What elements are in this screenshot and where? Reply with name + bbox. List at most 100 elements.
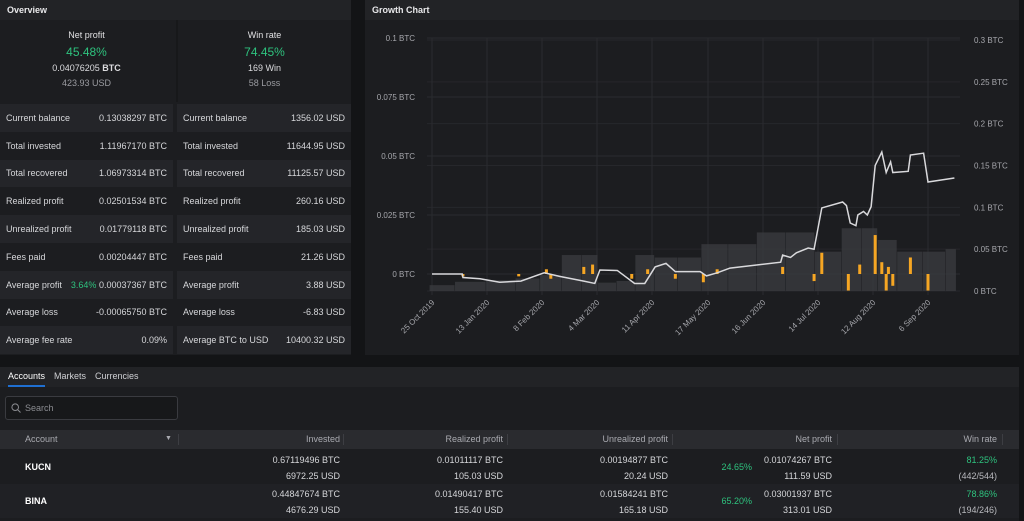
stat-row: Total recovered 1.06973314 BTC — [0, 159, 173, 188]
stat-row: Total invested 1.11967170 BTC — [0, 131, 173, 160]
volume-bar — [561, 255, 582, 291]
stat-row: Fees paid 0.00204447 BTC — [0, 242, 173, 271]
stat-value: 0.00204447 BTC — [98, 251, 167, 262]
right-axis-tick-label: 0.25 BTC — [974, 78, 1008, 87]
sort-dropdown-icon[interactable]: ▼ — [165, 435, 172, 442]
stat-value-wrap: 0.00204447 BTC — [99, 252, 167, 262]
stat-label: Total invested — [6, 140, 62, 151]
stat-row: Unrealized profit 0.01779118 BTC — [0, 215, 173, 243]
stat-value-wrap: 3.88 USD — [306, 280, 345, 290]
stat-label: Total recovered — [6, 168, 68, 179]
profit-bar — [858, 264, 862, 274]
net-profit-pct: 45.48% — [66, 45, 107, 59]
win-rate-summary: Win rate 74.45% 169 Win 58 Loss — [176, 20, 351, 102]
stat-row: Unrealized profit 185.03 USD — [177, 215, 351, 243]
net-profit-summary: Net profit 45.48% 0.04076205 BTC 423.93 … — [0, 20, 173, 102]
stat-row: Current balance 0.13038297 BTC — [0, 104, 173, 132]
volume-bar — [429, 285, 455, 291]
column-divider[interactable] — [1002, 434, 1003, 445]
table-row[interactable]: BINA 0.44847674 BTC 4676.29 USD 0.01490417 … — [0, 484, 1019, 518]
volume-bar — [814, 251, 842, 291]
col-header[interactable]: Realized profit — [445, 434, 503, 444]
left-axis-tick-label: 0.075 BTC — [377, 93, 415, 102]
profit-bar — [781, 266, 785, 274]
volume-bar — [515, 278, 540, 291]
search-input[interactable]: Search — [5, 396, 178, 420]
tab-currencies[interactable]: Currencies — [95, 371, 139, 387]
left-axis-tick-label: 0 BTC — [392, 270, 415, 279]
growth-chart-title: Growth Chart — [365, 0, 1019, 20]
x-axis-tick-label: 16 Jun 2020 — [730, 298, 768, 336]
stat-value-wrap: 1356.02 USD — [291, 113, 345, 123]
search-icon — [11, 403, 21, 413]
win-rate-label: Win rate — [247, 30, 282, 40]
stat-value-wrap: 185.03 USD — [296, 224, 345, 234]
stat-value: 0.02501534 BTC — [98, 196, 167, 207]
invested-usd: 6972.25 USD — [285, 471, 340, 481]
column-divider[interactable] — [837, 434, 838, 445]
stat-value-wrap: 11644.95 USD — [287, 141, 345, 151]
profit-bar — [582, 266, 586, 274]
stat-label: Unrealized profit — [6, 224, 72, 235]
x-axis-tick-label: 8 Feb 2020 — [511, 298, 546, 333]
right-axis-tick-label: 0.15 BTC — [974, 162, 1008, 171]
tab-accounts[interactable]: Accounts — [8, 371, 46, 387]
stat-label: Total invested — [183, 140, 239, 151]
stat-extra: 3.64% — [70, 279, 97, 290]
volume-bar — [945, 249, 956, 291]
table-row[interactable]: KUCN 0.67119496 BTC 6972.25 USD 0.01011117 … — [0, 450, 1019, 484]
x-axis-tick-label: 13 Jan 2020 — [454, 298, 492, 336]
profit-bar — [646, 269, 650, 274]
stat-row: Average profit 3.64% 0.00037367 BTC — [0, 270, 173, 299]
stat-value: 0.00037367 BTC — [98, 279, 167, 290]
x-axis-tick-label: 6 Sep 2020 — [897, 298, 933, 334]
volume-bar — [841, 228, 862, 291]
stat-label: Current balance — [183, 112, 248, 123]
col-header[interactable]: Unrealized profit — [602, 434, 668, 444]
profit-bar — [891, 274, 895, 286]
stat-row: Total invested 11644.95 USD — [177, 131, 351, 160]
realized-profit: 0.01011117 BTC 105.03 USD — [437, 454, 503, 483]
profit-bar — [591, 264, 595, 274]
stat-value-wrap: 1.06973314 BTC — [99, 168, 167, 178]
stat-value: 1.11967170 BTC — [99, 140, 167, 151]
col-account[interactable]: Account — [25, 434, 58, 444]
column-divider[interactable] — [672, 434, 673, 445]
volume-bar — [922, 251, 946, 291]
column-divider[interactable] — [507, 434, 508, 445]
stat-label: Average BTC to USD — [183, 335, 269, 346]
stat-value: 1.06973314 BTC — [98, 168, 167, 179]
col-header[interactable]: Invested — [306, 434, 340, 444]
profit-bar — [630, 274, 634, 279]
profit-bar — [846, 274, 850, 291]
left-axis-tick-label: 0.1 BTC — [386, 34, 416, 43]
stat-value: 21.26 USD — [300, 251, 345, 262]
account-name[interactable]: KUCN — [25, 461, 51, 474]
btc-stats: Current balance 0.13038297 BTC Total inves… — [0, 104, 173, 355]
stat-label: Realized profit — [6, 196, 64, 207]
left-axis-tick-label: 0.025 BTC — [377, 211, 415, 220]
accounts-panel: Accounts Markets Currencies Search Accou… — [0, 367, 1019, 521]
overview-panel: Overview Net profit 45.48% 0.04076205 BT… — [0, 0, 351, 355]
right-axis-tick-label: 0 BTC — [974, 287, 997, 296]
x-axis-tick-label: 14 Jul 2020 — [787, 298, 823, 334]
stat-value: 11644.95 USD — [286, 140, 345, 151]
col-header[interactable]: Win rate — [963, 434, 997, 444]
stat-value-wrap: -0.00065750 BTC — [96, 307, 167, 317]
col-header[interactable]: Net profit — [795, 434, 832, 444]
stat-label: Average profit — [6, 279, 62, 290]
net-profit-usd: 111.59 USD — [784, 471, 832, 481]
x-axis-tick-label: 4 Mar 2020 — [566, 298, 601, 333]
tab-markets[interactable]: Markets — [54, 371, 86, 387]
net-profit-btc-value: 0.04076205 — [52, 63, 100, 73]
column-divider[interactable] — [178, 434, 179, 445]
unrealized-profit: 0.01584241 BTC 165.18 USD — [600, 488, 668, 517]
volume-bar — [785, 232, 815, 291]
stat-label: Average loss — [183, 307, 235, 318]
usd-stats: Current balance 1356.02 USD Total invested… — [177, 104, 351, 355]
stat-label: Total recovered — [183, 168, 245, 179]
stat-row: Average fee rate 0.09% — [0, 326, 173, 355]
column-divider[interactable] — [343, 434, 344, 445]
account-name[interactable]: BINA — [25, 495, 47, 508]
invested-btc: 0.44847674 BTC — [271, 489, 340, 499]
